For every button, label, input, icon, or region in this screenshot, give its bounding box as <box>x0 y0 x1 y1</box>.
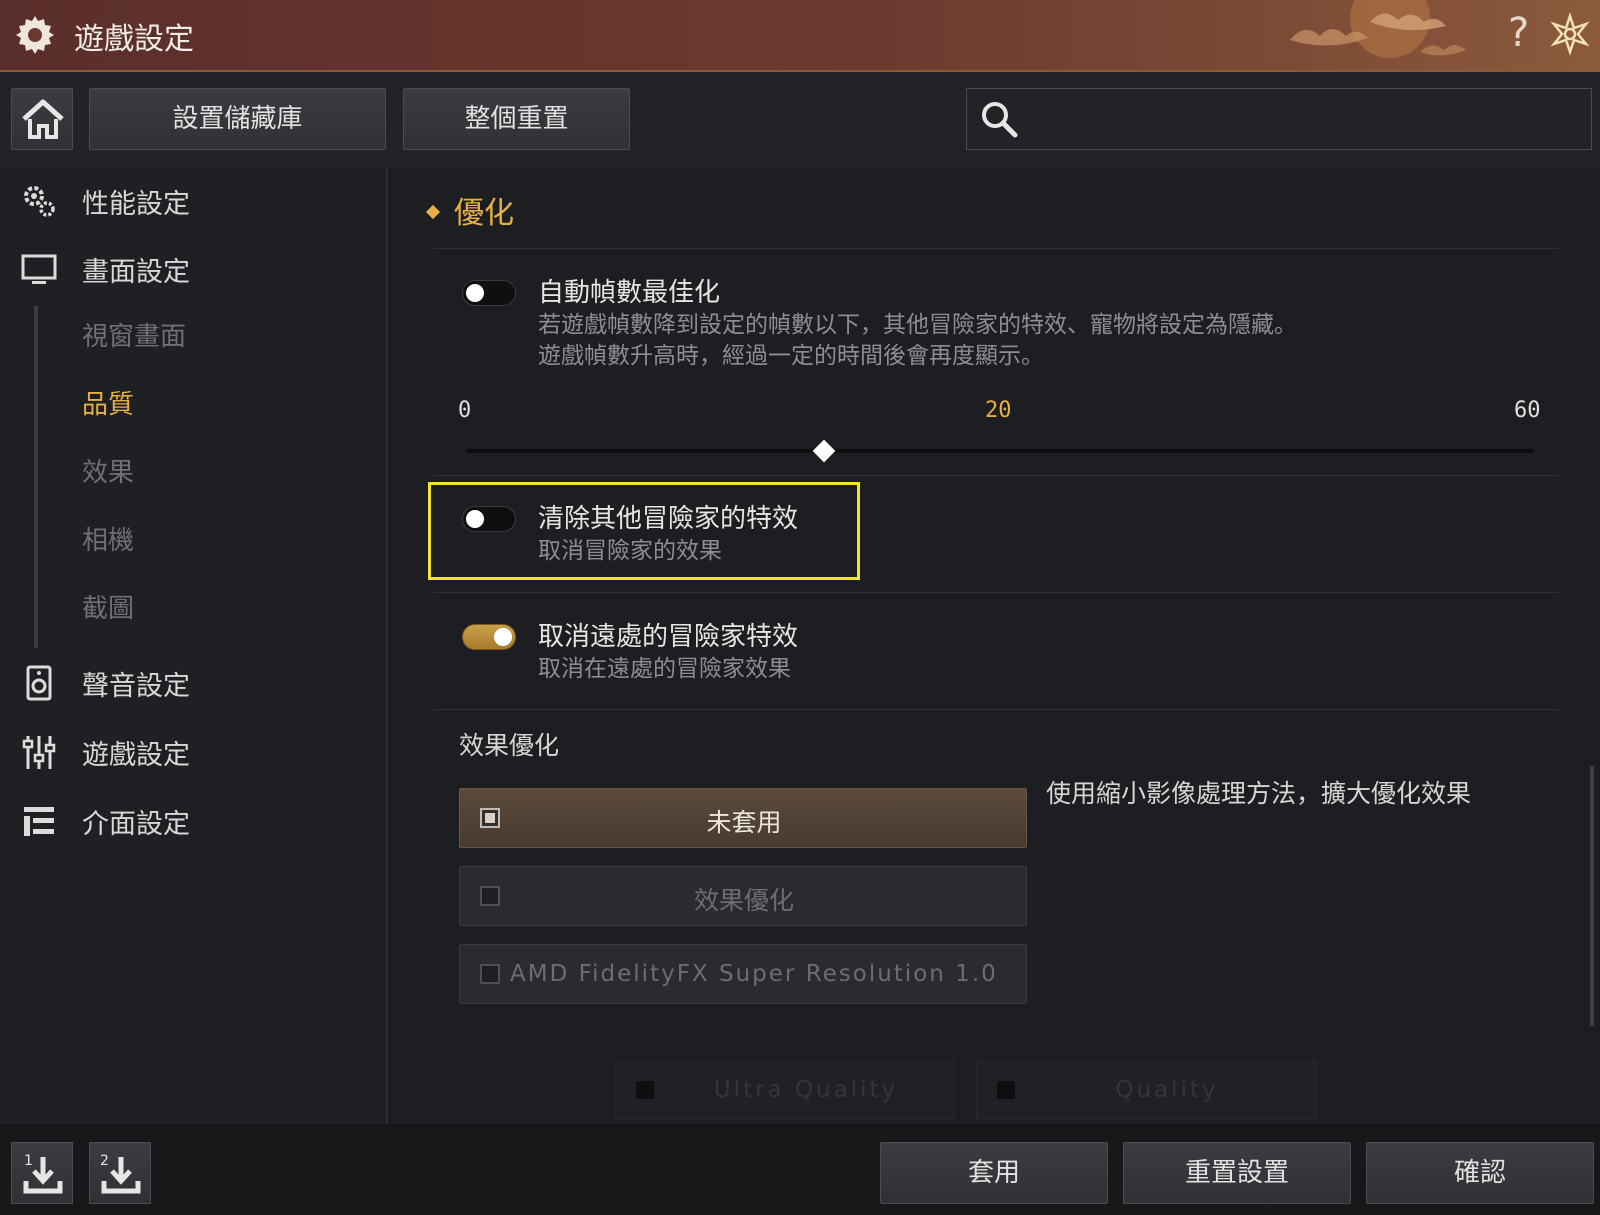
apply-button[interactable]: 套用 <box>880 1142 1108 1204</box>
home-button[interactable] <box>11 88 73 150</box>
divider <box>434 592 1558 593</box>
settings-storage-button[interactable]: 設置儲藏庫 <box>89 88 386 150</box>
search-box[interactable] <box>966 88 1592 150</box>
sidebar-subitem-screenshot[interactable]: 截圖 <box>82 588 134 625</box>
layout-icon <box>24 807 54 836</box>
fps-slider-handle[interactable] <box>812 439 836 463</box>
bottom-bar: 1 2 套用 重置設置 確認 <box>0 1124 1600 1215</box>
sidebar-item-performance[interactable]: 性能設定 <box>0 170 386 230</box>
remove-far-effects-toggle[interactable] <box>462 624 516 650</box>
divider <box>434 709 1558 710</box>
option-label: 未套用 <box>706 808 782 837</box>
slider-min-label: 0 <box>458 398 472 423</box>
option-quality: Quality <box>976 1060 1316 1120</box>
remove-far-effects-title: 取消遠處的冒險家特效 <box>538 622 799 652</box>
download-icon: 1 <box>23 1153 63 1194</box>
auto-fps-desc-line1: 若遊戲幀數降到設定的幀數以下，其他冒險家的特效、寵物將設定為隱藏。 <box>538 312 1297 338</box>
option-effect-optimization[interactable]: 效果優化 <box>459 866 1027 926</box>
auto-fps-title: 自動幀數最佳化 <box>538 278 721 308</box>
window-title: 遊戲設定 <box>74 22 194 57</box>
home-icon <box>22 99 64 139</box>
checkbox <box>636 1081 654 1099</box>
diamond-icon <box>425 204 441 219</box>
divider <box>434 475 1558 476</box>
flower-icon[interactable] <box>1548 12 1592 56</box>
option-not-applied[interactable]: 未套用 <box>459 788 1027 848</box>
sidebar-item-interface[interactable]: 介面設定 <box>0 790 386 850</box>
sliders-icon <box>22 736 56 769</box>
sidebar-item-label: 遊戲設定 <box>82 740 190 771</box>
section-title: 優化 <box>425 188 514 232</box>
gear-icon <box>16 16 54 54</box>
option-label: 效果優化 <box>693 886 794 915</box>
auto-fps-toggle[interactable] <box>462 280 516 306</box>
remove-far-effects-desc: 取消在遠處的冒險家效果 <box>538 656 791 682</box>
divider <box>434 248 1558 249</box>
sidebar-subitem-quality[interactable]: 品質 <box>82 384 134 421</box>
toggle-knob <box>466 284 484 302</box>
section-title-text: 優化 <box>454 196 514 231</box>
toggle-knob <box>494 628 512 646</box>
settings-panel: 優化 自動幀數最佳化 若遊戲幀數降到設定的幀數以下，其他冒險家的特效、寵物將設定… <box>388 168 1600 1124</box>
load-slot-2-button[interactable]: 2 <box>89 1142 151 1204</box>
reset-all-button[interactable]: 整個重置 <box>403 88 630 150</box>
option-ultra-quality: Ultra Quality <box>615 1060 955 1120</box>
submenu-line <box>34 306 38 648</box>
auto-fps-desc-line2: 遊戲幀數升高時，經過一定的時間後會再度顯示。 <box>538 343 1044 369</box>
option-label: Ultra Quality <box>713 1077 899 1103</box>
help-icon[interactable]: ? <box>1508 10 1529 56</box>
sidebar-item-sound[interactable]: 聲音設定 <box>0 652 386 712</box>
effect-optimization-heading: 效果優化 <box>459 731 560 760</box>
sidebar-item-label: 畫面設定 <box>82 257 190 288</box>
cloud-decoration <box>1290 0 1466 58</box>
toolbar: 設置儲藏庫 整個重置 <box>0 72 1600 168</box>
scrollbar[interactable] <box>1590 766 1594 1026</box>
effect-optimization-desc: 使用縮小影像處理方法，擴大優化效果 <box>1046 779 1472 808</box>
sidebar: 性能設定 畫面設定 視窗畫面 品質 效果 相機 截圖 聲音設定 遊戲設定 介面設… <box>0 168 388 1124</box>
search-input[interactable] <box>1027 97 1581 143</box>
option-amd-fsr[interactable]: AMD FidelityFX Super Resolution 1.0 <box>459 944 1027 1004</box>
speaker-icon <box>26 665 52 701</box>
download-icon: 2 <box>100 1153 141 1194</box>
gears-icon <box>24 186 55 217</box>
checkbox <box>480 964 500 984</box>
sidebar-item-game[interactable]: 遊戲設定 <box>0 721 386 781</box>
option-label: Quality <box>1115 1077 1219 1103</box>
sidebar-subitem-effects[interactable]: 效果 <box>82 452 134 489</box>
slider-max-label: 60 <box>1514 398 1541 423</box>
svg-text:1: 1 <box>24 1153 33 1169</box>
sidebar-subitem-camera[interactable]: 相機 <box>82 520 134 557</box>
fps-slider-track[interactable] <box>466 449 1534 453</box>
sidebar-item-label: 聲音設定 <box>82 671 190 702</box>
sidebar-item-label: 性能設定 <box>82 189 190 220</box>
sidebar-item-display[interactable]: 畫面設定 <box>0 238 386 298</box>
slider-value-label: 20 <box>985 398 1012 423</box>
monitor-icon <box>21 254 57 284</box>
svg-text:2: 2 <box>100 1153 109 1169</box>
sidebar-subitem-window[interactable]: 視窗畫面 <box>82 316 186 353</box>
remove-effects-desc: 取消冒險家的效果 <box>538 538 722 564</box>
checkbox <box>997 1081 1015 1099</box>
load-slot-1-button[interactable]: 1 <box>11 1142 73 1204</box>
sidebar-item-label: 介面設定 <box>82 809 190 840</box>
search-icon <box>982 102 1018 138</box>
remove-effects-toggle[interactable] <box>462 506 516 532</box>
toggle-knob <box>466 510 484 528</box>
remove-effects-title: 清除其他冒險家的特效 <box>538 504 799 534</box>
title-bar: 遊戲設定 ? <box>0 0 1600 72</box>
option-label: AMD FidelityFX Super Resolution 1.0 <box>510 961 998 987</box>
reset-settings-button[interactable]: 重置設置 <box>1123 1142 1351 1204</box>
confirm-button[interactable]: 確認 <box>1366 1142 1594 1204</box>
